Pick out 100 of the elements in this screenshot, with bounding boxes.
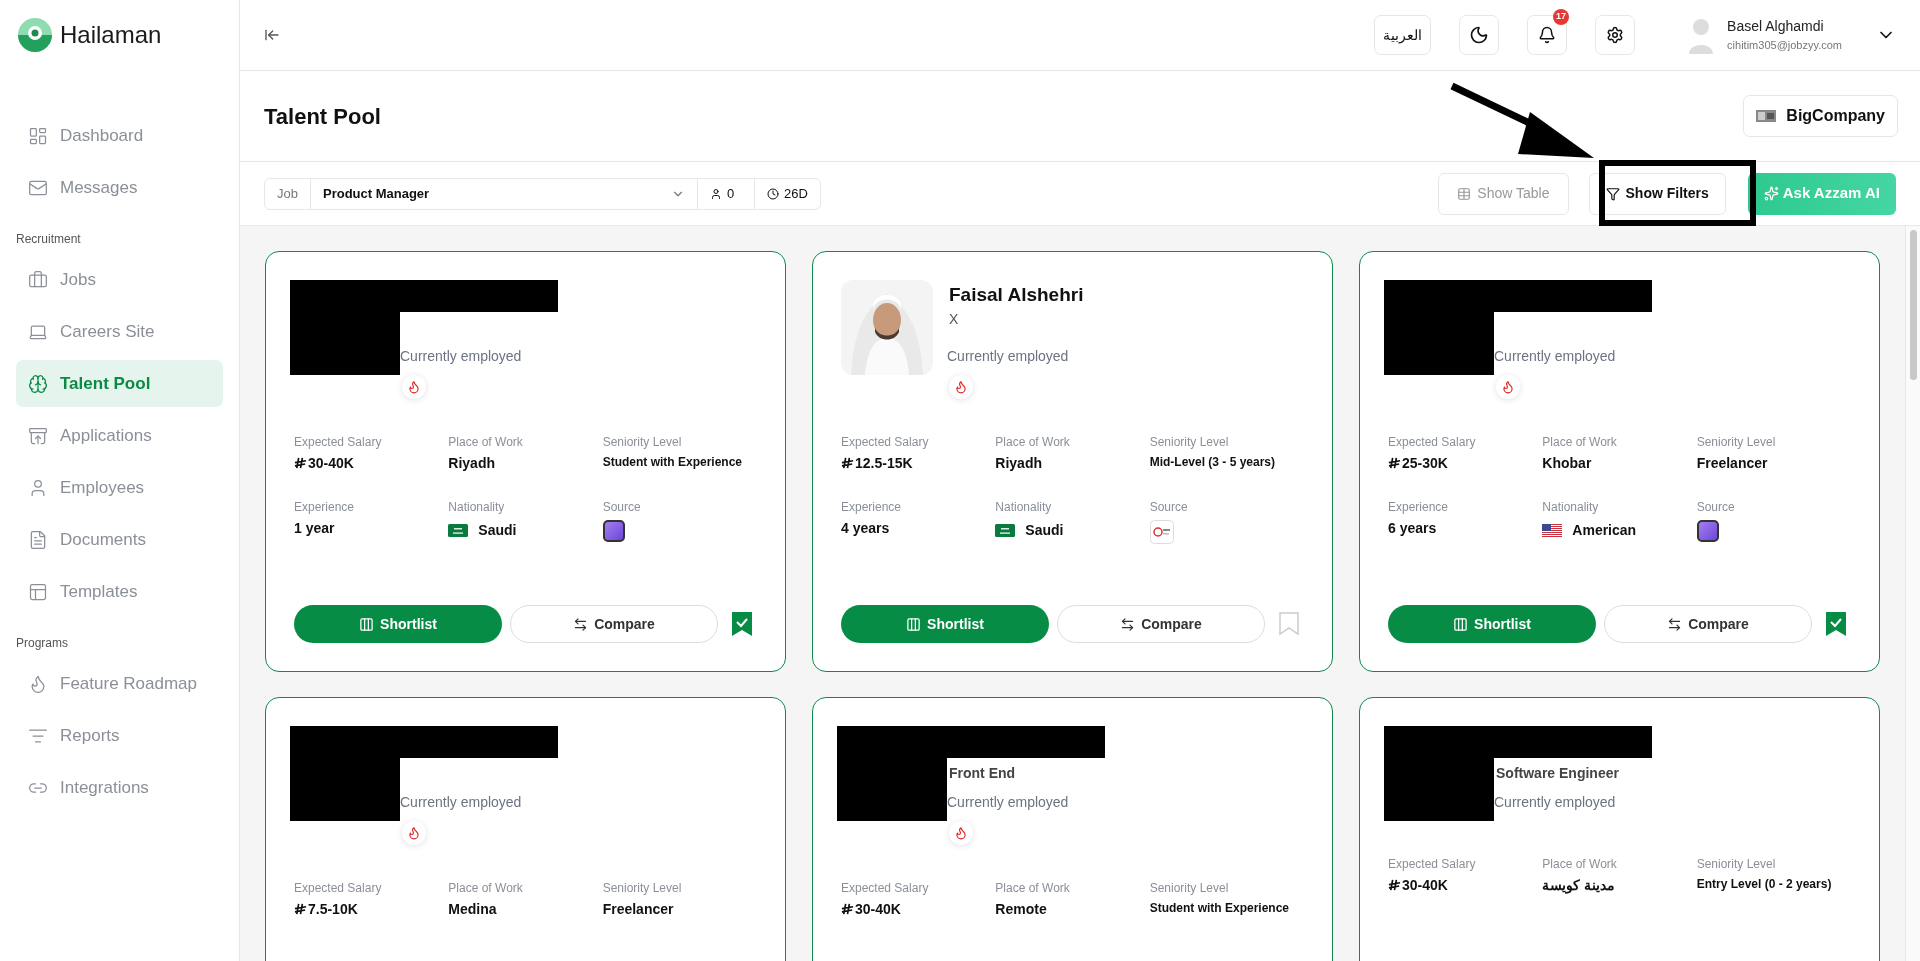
bookmark-icon[interactable]: [732, 612, 752, 636]
employment-status: Currently employed: [1494, 347, 1616, 366]
sidebar-item[interactable]: Feature Roadmap: [16, 660, 223, 707]
field-value: Medina: [448, 900, 498, 919]
sidebar-item[interactable]: Templates: [16, 568, 223, 615]
sidebar-item[interactable]: Applications: [16, 412, 223, 459]
sidebar-item[interactable]: Reports: [16, 712, 223, 759]
page-title: Talent Pool: [264, 102, 381, 131]
dashboard-icon: [28, 125, 48, 146]
swap-icon: [1667, 616, 1683, 632]
field-value: Mid-Level (3 - 5 years): [1149, 454, 1277, 471]
layout-icon: [28, 581, 48, 602]
employment-status: Currently employed: [947, 793, 1069, 812]
job-selector[interactable]: Job Product Manager 0 26D: [264, 177, 821, 210]
swap-icon: [573, 616, 589, 632]
field-value: Entry Level (0 - 2 years): [1696, 876, 1833, 893]
job-label: Job: [265, 178, 311, 209]
section-title: Recruitment: [16, 231, 82, 248]
field-label: Seniority Level: [1696, 856, 1777, 873]
salary-amount: 30-40K: [1402, 876, 1448, 895]
candidate-title: Software Engineer: [1496, 764, 1619, 783]
sidebar-item[interactable]: Jobs: [16, 256, 223, 303]
field-label: Expected Salary: [1388, 434, 1477, 451]
sidebar-label: Jobs: [60, 268, 96, 291]
theme-button[interactable]: [1459, 15, 1500, 55]
field-label: Expected Salary: [841, 880, 930, 897]
field-label: Experience: [294, 499, 356, 516]
ask-ai-button[interactable]: Ask Azzam AI: [1747, 172, 1896, 215]
field-label: Experience: [1388, 499, 1450, 516]
field-label: Nationality: [448, 499, 506, 516]
field-value: Khobar: [1542, 454, 1593, 473]
field-label: Source: [1149, 499, 1189, 516]
sidebar-item[interactable]: Integrations: [16, 764, 223, 811]
company-button[interactable]: BigCompany: [1743, 95, 1898, 137]
filter-icon: [1605, 186, 1620, 201]
compare-button[interactable]: Compare: [1057, 605, 1265, 643]
language-button[interactable]: العربية: [1374, 15, 1432, 55]
sidebar-label: Talent Pool: [60, 372, 151, 395]
field-value: Saudi: [1025, 521, 1064, 540]
field-value: Freelancer: [1696, 454, 1769, 473]
document-icon: [28, 529, 48, 550]
person-icon: [709, 187, 722, 200]
section-title: Programs: [16, 635, 69, 652]
field-label: Place of Work: [1542, 856, 1618, 873]
settings-button[interactable]: [1595, 15, 1636, 55]
employment-status: Currently employed: [400, 347, 522, 366]
archive-icon: [28, 425, 48, 446]
sidebar-label: Applications: [60, 424, 152, 447]
collapse-icon[interactable]: [264, 27, 280, 43]
sidebar-label: Templates: [60, 580, 138, 603]
avatar-icon: [1687, 16, 1716, 54]
brain-icon: [28, 373, 48, 394]
field-label: Seniority Level: [1149, 434, 1230, 451]
job-age: 26D: [754, 178, 820, 209]
sidebar-item[interactable]: Talent Pool: [16, 360, 223, 407]
field-label: Place of Work: [448, 434, 524, 451]
sidebar-label: Dashboard: [60, 124, 144, 147]
field-value: Freelancer: [602, 900, 675, 919]
salary-amount: 30-40K: [855, 900, 901, 919]
sidebar-label: Employees: [60, 476, 145, 499]
compare-button[interactable]: Compare: [510, 605, 718, 643]
swap-icon: [1120, 616, 1136, 632]
sidebar-item[interactable]: Messages: [16, 164, 223, 211]
field-label: Seniority Level: [602, 434, 683, 451]
bookmark-icon[interactable]: [1826, 612, 1846, 636]
sidebar-item[interactable]: Documents: [16, 516, 223, 563]
sidebar-label: Reports: [60, 724, 120, 747]
company-logo: [1756, 110, 1777, 122]
field-label: Expected Salary: [1388, 856, 1477, 873]
employment-status: Currently employed: [400, 793, 522, 812]
field-value: 1 year: [294, 519, 336, 538]
sidebar-item[interactable]: Careers Site: [16, 308, 223, 355]
field-label: Nationality: [1542, 499, 1600, 516]
shortlist-button[interactable]: Shortlist: [841, 605, 1049, 643]
scrollbar-thumb[interactable]: [1909, 230, 1917, 380]
sidebar-label: Careers Site: [60, 320, 155, 343]
sidebar-item[interactable]: Employees: [16, 464, 223, 511]
field-label: Place of Work: [995, 434, 1071, 451]
field-label: Place of Work: [995, 880, 1071, 897]
field-label: Source: [1696, 499, 1736, 516]
field-label: Source: [602, 499, 642, 516]
show-filters-button[interactable]: Show Filters: [1588, 172, 1726, 215]
shortlist-button[interactable]: Shortlist: [1388, 605, 1596, 643]
salary-amount: 30-40K: [308, 454, 354, 473]
sidebar-item[interactable]: Dashboard: [16, 112, 223, 159]
field-value: 4 years: [841, 519, 891, 538]
candidate-name: Faisal Alshehri: [949, 283, 1084, 307]
candidate-count: 0: [697, 178, 755, 209]
field-label: Seniority Level: [1149, 880, 1230, 897]
field-label: Seniority Level: [1696, 434, 1777, 451]
shortlist-button[interactable]: Shortlist: [294, 605, 502, 643]
compare-button[interactable]: Compare: [1604, 605, 1812, 643]
sidebar-label: Messages: [60, 176, 138, 199]
user-name: Basel Alghamdi: [1727, 17, 1825, 37]
field-label: Expected Salary: [294, 434, 383, 451]
cards-icon: [1453, 616, 1469, 632]
table-icon: [1457, 186, 1472, 201]
show-table-button[interactable]: Show Table: [1438, 172, 1569, 215]
user-email: cihitim305@jobzyy.com: [1727, 38, 1842, 54]
settings-icon: [1606, 26, 1625, 44]
